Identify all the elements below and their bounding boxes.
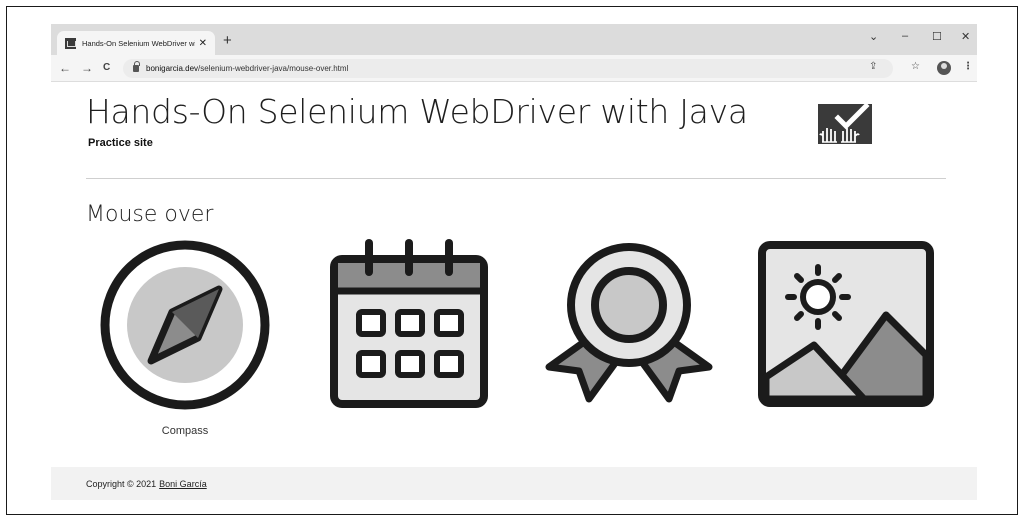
compass-caption: Compass [161, 425, 209, 437]
site-logo-icon [818, 104, 872, 144]
close-window-button[interactable]: ✕ [961, 30, 970, 43]
author-link[interactable]: Boni García [159, 479, 207, 489]
copyright-text: Copyright © 2021 [86, 478, 157, 489]
page-footer: Copyright © 2021 Boni García [51, 467, 977, 500]
new-tab-button[interactable]: + [223, 32, 232, 49]
bookmark-star-icon[interactable]: ☆ [911, 61, 920, 72]
web-page: Hands-On Selenium WebDriver with Java Pr… [51, 82, 977, 502]
compass-icon[interactable] [95, 237, 275, 412]
page-subtitle: Practice site [88, 137, 153, 149]
calendar-icon[interactable] [321, 237, 501, 412]
tab-strip: Hands-On Selenium WebDriver with Java ✕ … [51, 24, 977, 55]
page-title: Hands-On Selenium WebDriver with Java [86, 92, 748, 131]
award-icon[interactable] [539, 237, 719, 412]
url-host: bonigarcia.dev [146, 64, 199, 73]
tab-title: Hands-On Selenium WebDriver with Java [82, 38, 195, 48]
tab-close-icon[interactable]: ✕ [199, 38, 207, 49]
address-bar: ← → C bonigarcia.dev/selenium-webdriver-… [51, 55, 977, 82]
browser-tab[interactable]: Hands-On Selenium WebDriver with Java ✕ [57, 31, 215, 55]
lock-icon [133, 61, 140, 72]
forward-button[interactable]: → [81, 61, 93, 75]
maximize-button[interactable]: ☐ [932, 30, 942, 43]
tab-search-icon[interactable]: ⌄ [869, 30, 878, 43]
url-text: bonigarcia.dev/selenium-webdriver-java/m… [146, 64, 348, 73]
header-divider [86, 178, 946, 179]
back-button[interactable]: ← [59, 61, 71, 75]
url-path: /selenium-webdriver-java/mouse-over.html [198, 64, 349, 73]
share-icon[interactable]: ⇪ [869, 61, 877, 72]
favicon-icon [65, 37, 76, 49]
url-input[interactable]: bonigarcia.dev/selenium-webdriver-java/m… [123, 59, 893, 78]
minimize-button[interactable]: – [902, 30, 908, 42]
landscape-icon[interactable] [756, 237, 936, 412]
reload-button[interactable]: C [103, 62, 110, 73]
section-title: Mouse over [86, 202, 214, 227]
browser-chrome: Hands-On Selenium WebDriver with Java ✕ … [51, 24, 977, 82]
browser-menu-icon[interactable]: ⋮ [963, 61, 973, 72]
profile-avatar[interactable] [937, 61, 951, 75]
